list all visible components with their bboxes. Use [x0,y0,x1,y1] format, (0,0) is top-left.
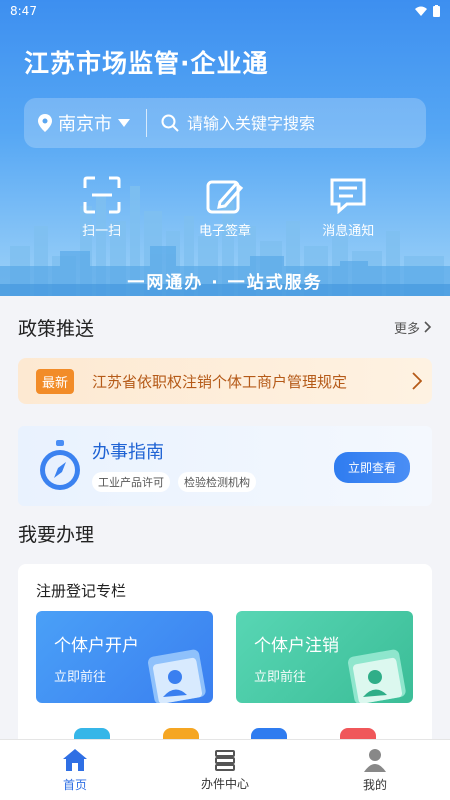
location-pin-icon [38,114,52,132]
search-input[interactable] [187,113,407,133]
notice-text: 江苏省依职权注销个体工商户管理规定 [92,372,348,391]
nav-label: 首页 [62,777,87,792]
nav-item-case-center[interactable]: 办件中心 [150,740,300,800]
guide-tags: 工业产品许可 检验检测机构 [92,472,256,492]
user-icon [364,748,386,772]
policy-title: 政策推送 [18,317,95,340]
search-bar: 南京市 [24,98,426,148]
city-selector[interactable]: 南京市 [38,110,130,136]
quick-action-label: 扫一扫 [82,224,122,239]
app-title: 江苏市场监管·企业通 [24,49,269,78]
registration-card: 注册登记专栏 个体户开户 立即前往 个体户注销 立即前往 [18,564,432,764]
nav-item-home[interactable]: 首页 [0,740,150,800]
guide-banner[interactable]: 办事指南 工业产品许可 检验检测机构 立即查看 [18,426,432,506]
quick-action-scan[interactable]: 扫一扫 [57,176,147,239]
list-icon [215,749,235,771]
handle-section-title: 我要办理 [18,523,95,546]
wifi-icon [415,6,427,16]
tile-individual-open[interactable]: 个体户开户 立即前往 [36,611,213,703]
nav-item-profile[interactable]: 我的 [300,740,450,800]
guide-title: 办事指南 [92,442,164,463]
search-divider [146,109,147,137]
message-icon [330,178,366,214]
new-badge: 最新 [36,368,75,394]
policy-notice[interactable]: 最新 江苏省依职权注销个体工商户管理规定 [18,358,432,404]
battery-icon [433,5,440,17]
quick-actions: 扫一扫 电子签章 消息通知 [0,176,450,239]
user-card-illustration [347,649,406,703]
quick-action-e-signature[interactable]: 电子签章 [180,176,270,239]
home-icon [63,748,87,771]
quick-action-messages[interactable]: 消息通知 [303,176,393,239]
compass-icon [40,440,80,490]
chevron-right-icon [424,321,432,333]
user-card-illustration [147,649,206,703]
e-signature-icon [206,180,244,214]
more-label: 更多 [393,321,420,337]
search-icon [161,114,179,132]
status-icons [415,5,440,17]
bottom-nav: 首页 办件中心 我的 [0,739,450,800]
nav-label: 办件中心 [200,776,249,791]
slogan: 一网通办 · 一站式服务 [127,273,323,293]
view-now-button[interactable]: 立即查看 [333,452,410,483]
hero-banner: 江苏市场监管·企业通 南京市 扫一扫 电子签章 消息通知 一网通办 · 一站式服… [0,0,450,296]
guide-tag: 工业产品许可 [92,472,170,492]
main-content: 政策推送 更多 最新 江苏省依职权注销个体工商户管理规定 办事指南 工业产品许可… [0,296,450,764]
scan-icon [83,176,121,214]
guide-tag: 检验检测机构 [178,472,256,492]
chevron-right-icon [412,372,422,390]
quick-action-label: 电子签章 [198,224,251,239]
more-link[interactable]: 更多 [394,318,432,337]
status-bar: 8:47 [0,0,450,22]
policy-section-header: 政策推送 更多 [0,296,450,358]
city-label: 南京市 [58,114,112,135]
registration-card-title: 注册登记专栏 [36,582,127,600]
nav-label: 我的 [362,777,387,792]
tile-individual-close[interactable]: 个体户注销 立即前往 [236,611,413,703]
quick-action-label: 消息通知 [322,224,375,239]
status-time: 8:47 [10,4,37,18]
caret-down-icon [118,119,130,127]
